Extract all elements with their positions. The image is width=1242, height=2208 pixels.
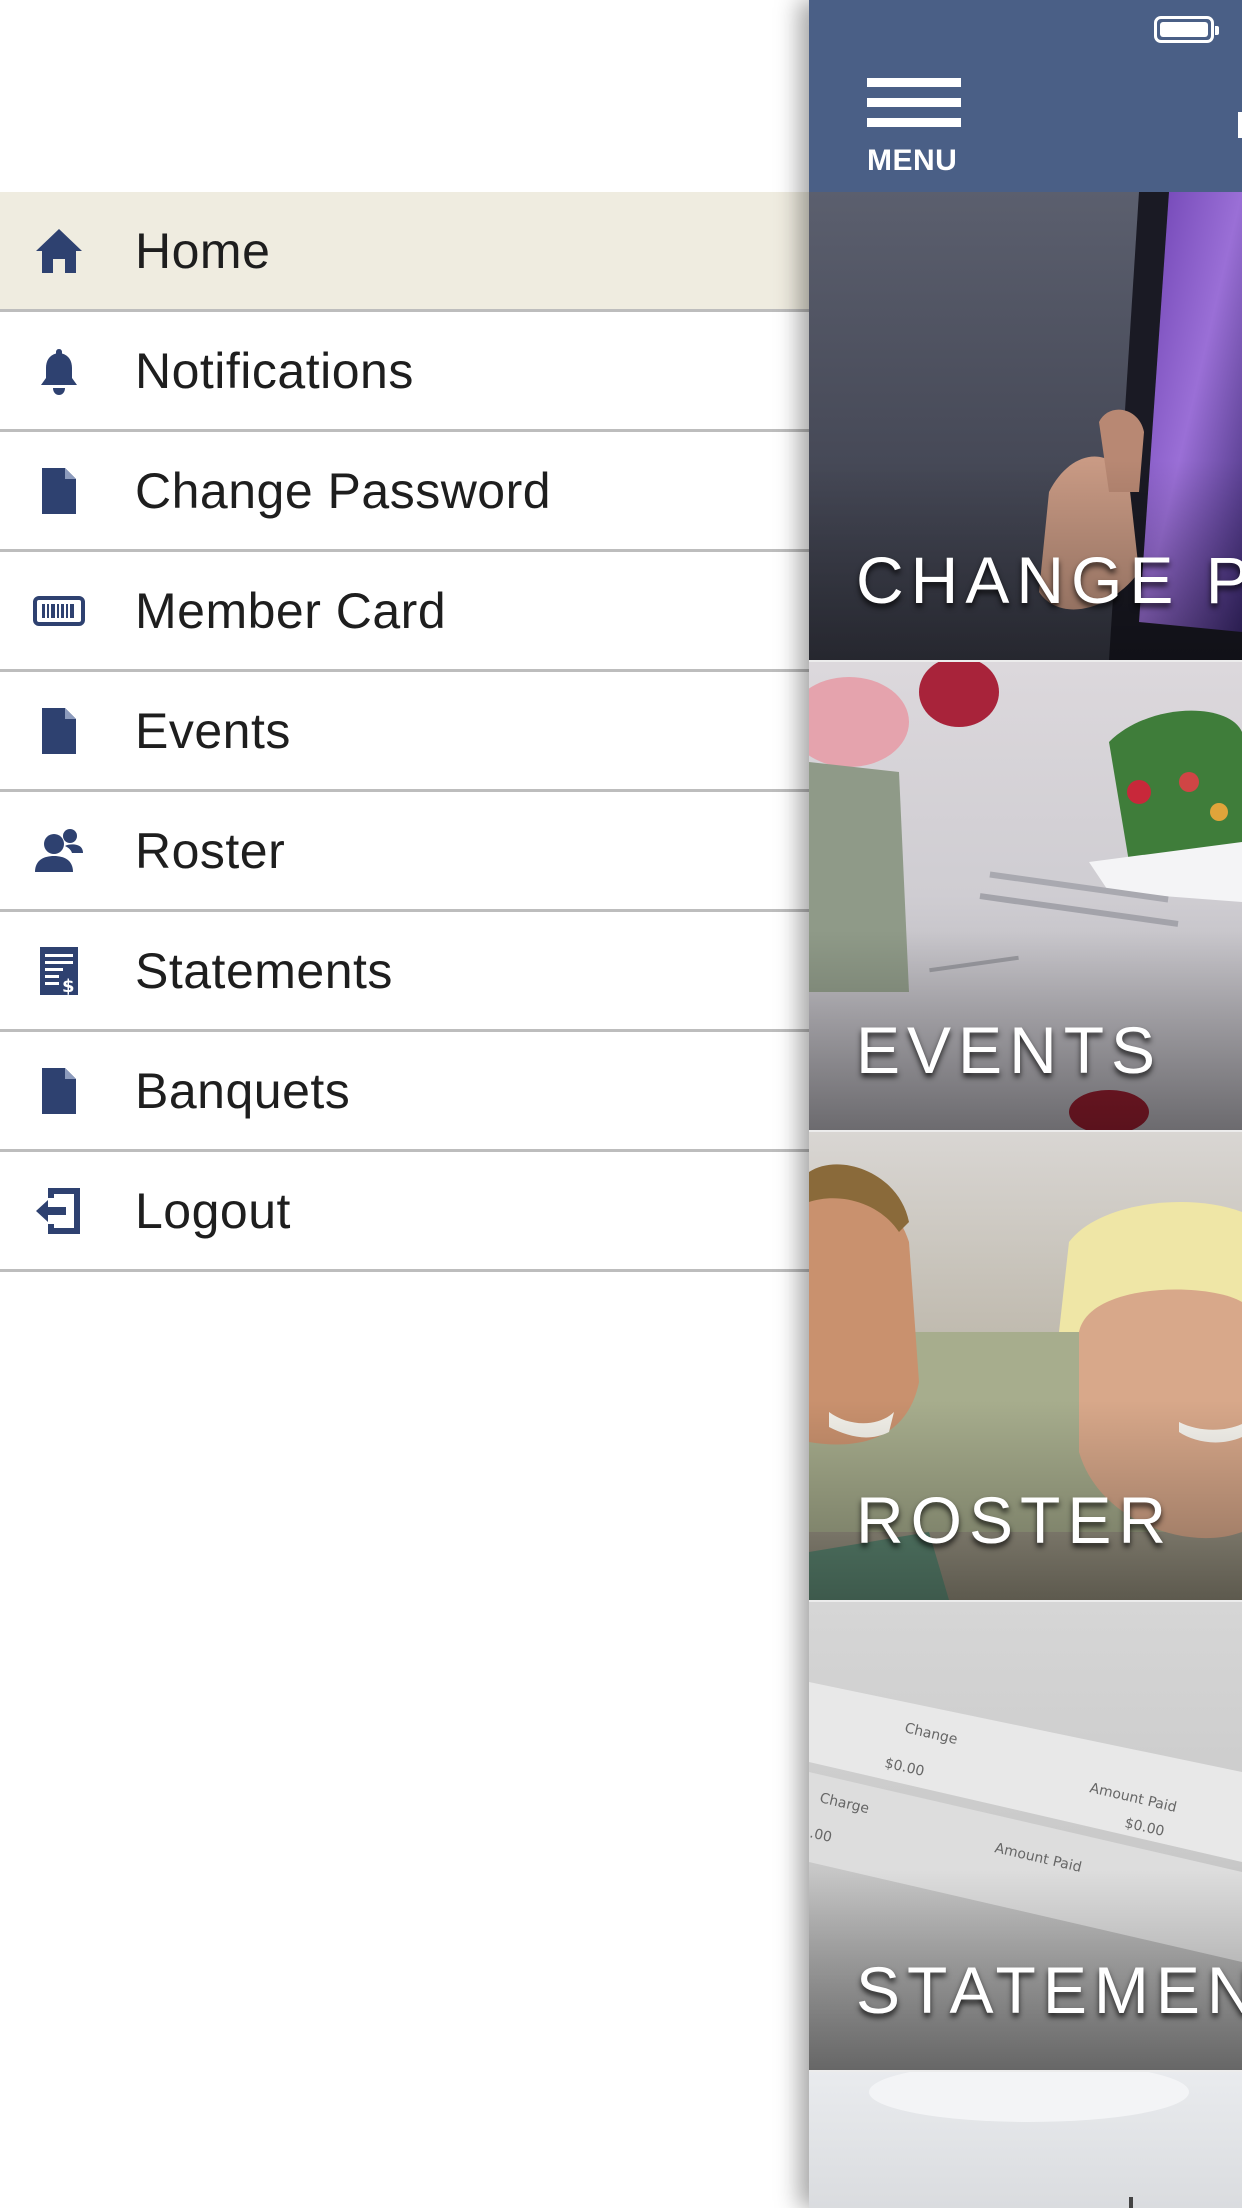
drawer-item-notifications[interactable]: Notifications [0, 312, 809, 432]
tile-photo-sky [869, 2072, 1189, 2208]
document-icon [32, 1064, 86, 1118]
tile-roster[interactable]: ROSTER [809, 1132, 1242, 1603]
tile-change-password[interactable]: CHANGE PASSWORD [809, 192, 1242, 663]
drawer-menu-list: Home Notifications Change Password Membe… [0, 192, 809, 1272]
tile-events[interactable]: EVENTS [809, 662, 1242, 1133]
drawer-item-change-password[interactable]: Change Password [0, 432, 809, 552]
tile-title: ROSTER [856, 1483, 1174, 1557]
drawer-item-label: Banquets [135, 1062, 351, 1119]
drawer-item-roster[interactable]: Roster [0, 792, 809, 912]
people-icon [32, 824, 86, 878]
bell-icon [32, 344, 86, 398]
drawer-item-label: Roster [135, 822, 286, 879]
header-edge-mark [1238, 112, 1242, 138]
drawer-item-events[interactable]: Events [0, 672, 809, 792]
drawer-item-label: Logout [135, 1182, 291, 1239]
tile-next[interactable] [809, 2072, 1242, 2208]
drawer-item-label: Member Card [135, 582, 447, 639]
navigation-drawer: Home Notifications Change Password Membe… [0, 0, 809, 2208]
document-icon [32, 704, 86, 758]
drawer-item-label: Events [135, 702, 291, 759]
home-icon [32, 224, 86, 278]
drawer-item-member-card[interactable]: Member Card [0, 552, 809, 672]
drawer-item-statements[interactable]: $ Statements [0, 912, 809, 1032]
drawer-item-banquets[interactable]: Banquets [0, 1032, 809, 1152]
drawer-item-label: Home [135, 222, 271, 279]
tile-title: CHANGE PASSWORD [856, 543, 1242, 617]
logout-icon [32, 1184, 86, 1238]
menu-button-label: MENU [867, 144, 958, 177]
barcode-icon [32, 584, 86, 638]
battery-icon [1154, 16, 1219, 43]
main-panel: MENU CHANGE PASSWORD [809, 0, 1242, 2208]
drawer-item-home[interactable]: Home [0, 192, 809, 312]
tile-title: EVENTS [856, 1013, 1163, 1087]
hamburger-icon [867, 78, 961, 87]
svg-text:$: $ [62, 976, 75, 997]
drawer-item-label: Change Password [135, 462, 552, 519]
document-icon [32, 464, 86, 518]
drawer-item-logout[interactable]: Logout [0, 1152, 809, 1272]
drawer-item-label: Notifications [135, 342, 414, 399]
top-bar: MENU [809, 0, 1242, 192]
statement-icon: $ [32, 944, 86, 998]
drawer-item-label: Statements [135, 942, 393, 999]
tile-statements[interactable]: Change $0.00 Amount Paid $0.00 Charge .0… [809, 1602, 1242, 2073]
menu-button[interactable]: MENU [867, 78, 963, 178]
tile-title: STATEMENTS [856, 1953, 1242, 2027]
